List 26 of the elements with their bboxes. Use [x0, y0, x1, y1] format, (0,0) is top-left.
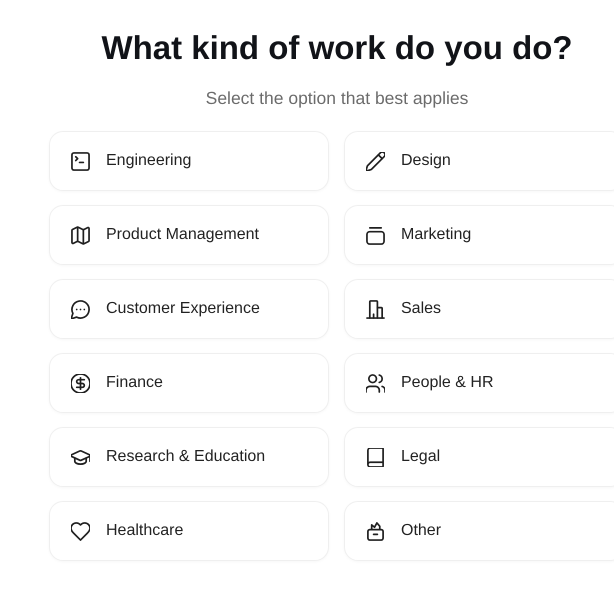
option-card[interactable]: Engineering [49, 131, 329, 191]
option-card[interactable]: Finance [49, 353, 329, 413]
map-icon [71, 226, 90, 244]
stacked-cards-icon [366, 226, 385, 244]
page-subtitle: Select the option that best applies [204, 87, 470, 110]
dollar-coin-icon [71, 374, 90, 392]
option-card[interactable]: Marketing [344, 205, 614, 265]
terminal-icon [71, 152, 90, 170]
option-card[interactable]: Product Management [49, 205, 329, 265]
option-card[interactable]: Research & Education [49, 427, 329, 487]
pencil-icon [366, 152, 385, 170]
heart-icon [71, 522, 90, 540]
box-icon [366, 522, 385, 540]
option-card[interactable]: Customer Experience [49, 279, 329, 339]
chat-bubble-icon [71, 300, 90, 318]
page-title: What kind of work do you do? [100, 28, 574, 68]
graduation-cap-icon [71, 448, 90, 466]
option-card[interactable]: People & HR [344, 353, 614, 413]
option-card[interactable]: Design [344, 131, 614, 191]
book-icon [366, 448, 385, 466]
option-card[interactable]: Other [344, 501, 614, 561]
option-card[interactable]: Sales [344, 279, 614, 339]
option-card[interactable]: Legal [344, 427, 614, 487]
building-icon [366, 300, 385, 318]
option-card[interactable]: Healthcare [49, 501, 329, 561]
users-icon [366, 374, 385, 392]
